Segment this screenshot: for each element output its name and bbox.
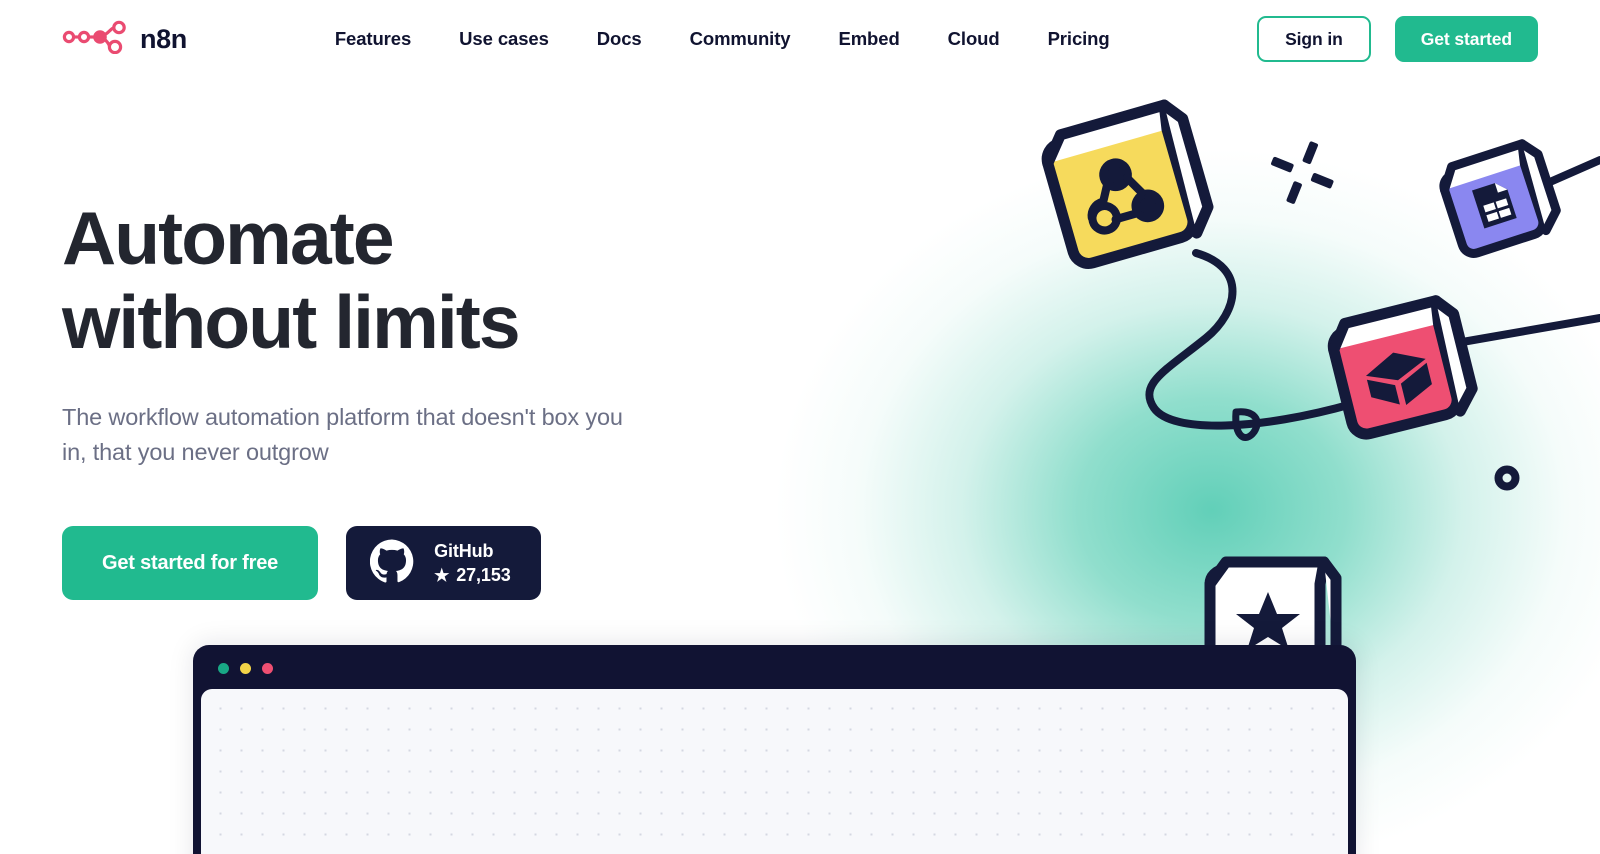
nav-item-features[interactable]: Features	[335, 28, 411, 50]
page-title: Automate without limits	[62, 196, 521, 364]
nav-item-docs[interactable]: Docs	[597, 28, 642, 50]
site-header: n8n Features Use cases Docs Community Em…	[0, 0, 1600, 78]
github-text-block: GitHub ★ 27,153	[434, 541, 511, 586]
github-label: GitHub	[434, 540, 494, 561]
nav-item-cloud[interactable]: Cloud	[948, 28, 1000, 50]
window-dot-green[interactable]	[218, 663, 229, 674]
window-dot-red[interactable]	[262, 663, 273, 674]
github-star-count: ★ 27,153	[434, 565, 511, 586]
brand-logo-link[interactable]: n8n	[62, 20, 187, 59]
nav-item-pricing[interactable]: Pricing	[1048, 28, 1110, 50]
hero-subtitle: The workflow automation platform that do…	[62, 404, 623, 465]
main-nav: Features Use cases Docs Community Embed …	[335, 28, 1257, 50]
get-started-for-free-button[interactable]: Get started for free	[62, 526, 319, 600]
hero-section: Automate without limits The workflow aut…	[0, 78, 760, 600]
window-dot-yellow[interactable]	[240, 663, 251, 674]
sign-in-button[interactable]: Sign in	[1257, 16, 1371, 62]
nav-item-embed[interactable]: Embed	[838, 28, 899, 50]
get-started-button[interactable]: Get started	[1394, 16, 1538, 62]
github-star-number: 27,153	[456, 564, 511, 585]
github-stars-button[interactable]: GitHub ★ 27,153	[346, 526, 541, 600]
workflow-canvas[interactable]	[201, 689, 1348, 854]
n8n-node-graph-icon	[62, 20, 130, 59]
brand-name: n8n	[140, 23, 187, 54]
landing-page: n8n Features Use cases Docs Community Em…	[0, 0, 1600, 854]
app-window-mockup	[193, 645, 1356, 854]
star-icon: ★	[434, 565, 450, 585]
nav-item-use-cases[interactable]: Use cases	[459, 28, 549, 50]
nav-item-community[interactable]: Community	[690, 28, 791, 50]
github-icon	[369, 539, 414, 588]
hero-cta-group: Get started for free GitHub ★ 27,153	[62, 526, 760, 600]
window-traffic-lights	[218, 663, 273, 674]
header-actions: Sign in Get started	[1257, 16, 1538, 62]
